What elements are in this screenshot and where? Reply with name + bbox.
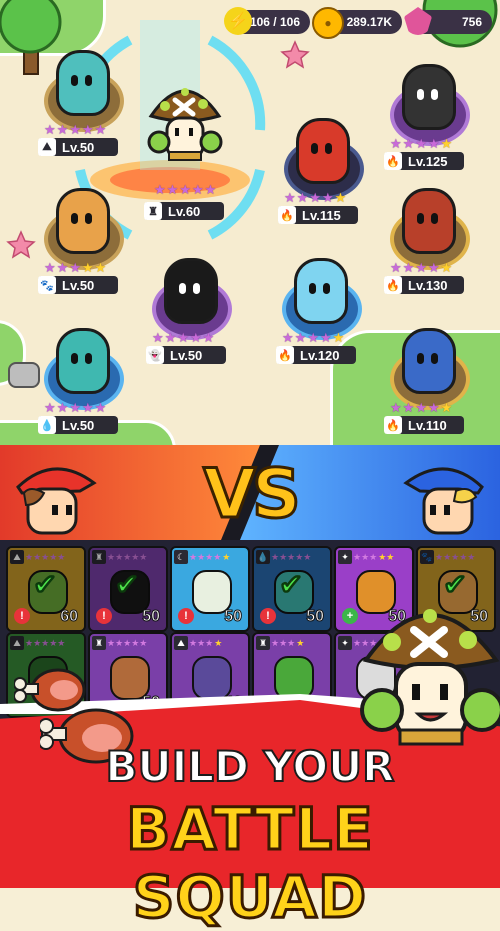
unit-penguin[interactable]: ★ ★ ★ ★ ★ 🔥 Lv.125: [384, 56, 474, 170]
element-icon: ♜: [256, 636, 270, 650]
unit-level-badge: 💧 Lv.50: [38, 416, 118, 434]
squad-card[interactable]: ⛰ ★★★★★ ✔ ! 60: [6, 546, 86, 632]
unit-stars: ★ ★ ★ ★ ★: [390, 136, 453, 151]
coin-icon: ●: [312, 7, 344, 39]
unit-sprite: [402, 328, 456, 394]
energy-counter[interactable]: ⚡ 106 / 106: [224, 7, 310, 35]
unit-shadow[interactable]: ★ ★ ★ ★ ★ 👻 Lv.50: [146, 250, 236, 364]
unit-stars: ★ ★ ★ ★ ★: [44, 122, 107, 137]
unit-ice-crystal[interactable]: ★ ★ ★ ★ ★ 🔥 Lv.120: [276, 250, 366, 364]
ghost-element-icon: 👻: [146, 346, 164, 364]
headline-line-1: BUILD YOUR: [104, 741, 395, 792]
unit-level-badge: 🔥 Lv.120: [276, 346, 356, 364]
battle-field: ⚡ 106 / 106 ● 289.17K 756 ★ ★ ★ ★ ★ ⛰ Lv.50 ★…: [0, 0, 500, 445]
card-level: 60: [60, 608, 79, 626]
lightning-icon: ⚡: [224, 7, 252, 35]
unit-sprout-beast[interactable]: ★ ★ ★ ★ ★ ⛰ Lv.50: [38, 42, 128, 156]
unit-stars: ★ ★ ★ ★ ★: [390, 400, 453, 415]
squad-card[interactable]: ☾ ★★★★ ★ ! 50: [170, 546, 250, 632]
star-decoration-icon: [6, 230, 36, 259]
unit-level-badge: ⛰ Lv.50: [38, 138, 118, 156]
water-element-icon: 💧: [38, 416, 56, 434]
remove-icon: !: [96, 608, 112, 624]
remove-icon: !: [14, 608, 30, 624]
unit-stars: ★ ★ ★ ★ ★: [282, 330, 345, 345]
element-icon: ✦: [338, 636, 352, 650]
fire-element-icon: 🔥: [384, 276, 402, 294]
element-icon: ✦: [338, 550, 352, 564]
unit-stars: ★ ★ ★ ★ ★: [390, 260, 453, 275]
element-icon: ♜: [92, 636, 106, 650]
gold-value: 289.17K: [346, 15, 392, 29]
fire-element-icon: 🔥: [384, 152, 402, 170]
squad-card[interactable]: ♜ ★★★★★ ✔ ! 50: [88, 546, 168, 632]
versus-banner: VS: [0, 445, 500, 540]
headline-line-2: BATTLE SQUAD: [125, 794, 375, 931]
unit-sprite: [56, 188, 110, 254]
unit-sprite: [294, 258, 348, 324]
remove-icon: !: [260, 608, 276, 624]
unit-sprite: [164, 258, 218, 324]
add-icon: +: [342, 608, 358, 624]
opponent-avatar: [403, 467, 484, 535]
unit-level-badge: 🔥 Lv.125: [384, 152, 464, 170]
rock: [8, 362, 40, 388]
mushroom-hero-sprite: [147, 88, 223, 161]
unit-sprite: [402, 64, 456, 130]
unit-sprite: [56, 328, 110, 394]
card-level: 50: [306, 608, 325, 626]
unit-level-badge: 🔥 Lv.110: [384, 416, 464, 434]
check-icon: ✔: [33, 569, 58, 600]
element-icon: ☾: [174, 550, 188, 564]
unit-level-badge: 🔥 Lv.115: [278, 206, 358, 224]
gold-counter[interactable]: ● 289.17K: [312, 7, 402, 39]
unit-sprite: [56, 50, 110, 116]
unit-level-badge: 🐾 Lv.50: [38, 276, 118, 294]
check-icon: ✔: [279, 569, 304, 600]
remove-icon: !: [178, 608, 194, 624]
fire-element-icon: 🔥: [278, 206, 296, 224]
unit-level-badge: ♜ Lv.60: [144, 202, 224, 220]
element-icon: ⛰: [174, 636, 188, 650]
unit-level-badge: 🔥 Lv.130: [384, 276, 464, 294]
unit-duck[interactable]: ★ ★ ★ ★ ★ 🔥 Lv.110: [384, 320, 474, 434]
gem-counter[interactable]: 756: [404, 7, 492, 35]
unit-monkey[interactable]: ★ ★ ★ ★ ★ 🐾 Lv.50: [38, 180, 128, 294]
chess-element-icon: ♜: [144, 202, 162, 220]
player-avatar: [16, 467, 97, 535]
star-decoration-icon: [280, 40, 310, 69]
unit-red-knight[interactable]: ★ ★ ★ ★ ★ 🔥 Lv.115: [278, 110, 368, 224]
unit-phoenix[interactable]: ★ ★ ★ ★ ★ 🔥 Lv.130: [384, 180, 474, 294]
card-level: 50: [142, 608, 161, 626]
unit-level-badge: 👻 Lv.50: [146, 346, 226, 364]
paw-element-icon: 🐾: [38, 276, 56, 294]
fire-element-icon: 🔥: [384, 416, 402, 434]
unit-stars: ★ ★ ★ ★ ★: [44, 260, 107, 275]
gem-value: 756: [461, 15, 482, 29]
unit-stars: ★ ★ ★ ★ ★: [152, 330, 215, 345]
energy-value: 106 / 106: [249, 15, 300, 29]
fire-element-icon: 🔥: [276, 346, 294, 364]
unit-water-lizard[interactable]: ★ ★ ★ ★ ★ 💧 Lv.50: [38, 320, 128, 434]
earth-element-icon: ⛰: [38, 138, 56, 156]
vs-label: VS: [202, 454, 303, 536]
unit-stars: ★ ★ ★ ★ ★: [44, 400, 107, 415]
unit-sprite: [296, 118, 350, 184]
squad-card[interactable]: 💧 ★★★★★ ✔ ! 50: [252, 546, 332, 632]
unit-stars: ★ ★ ★ ★ ★: [284, 190, 347, 205]
check-icon: ✔: [115, 569, 140, 600]
unit-sprite: [402, 188, 456, 254]
card-level: 50: [224, 608, 243, 626]
